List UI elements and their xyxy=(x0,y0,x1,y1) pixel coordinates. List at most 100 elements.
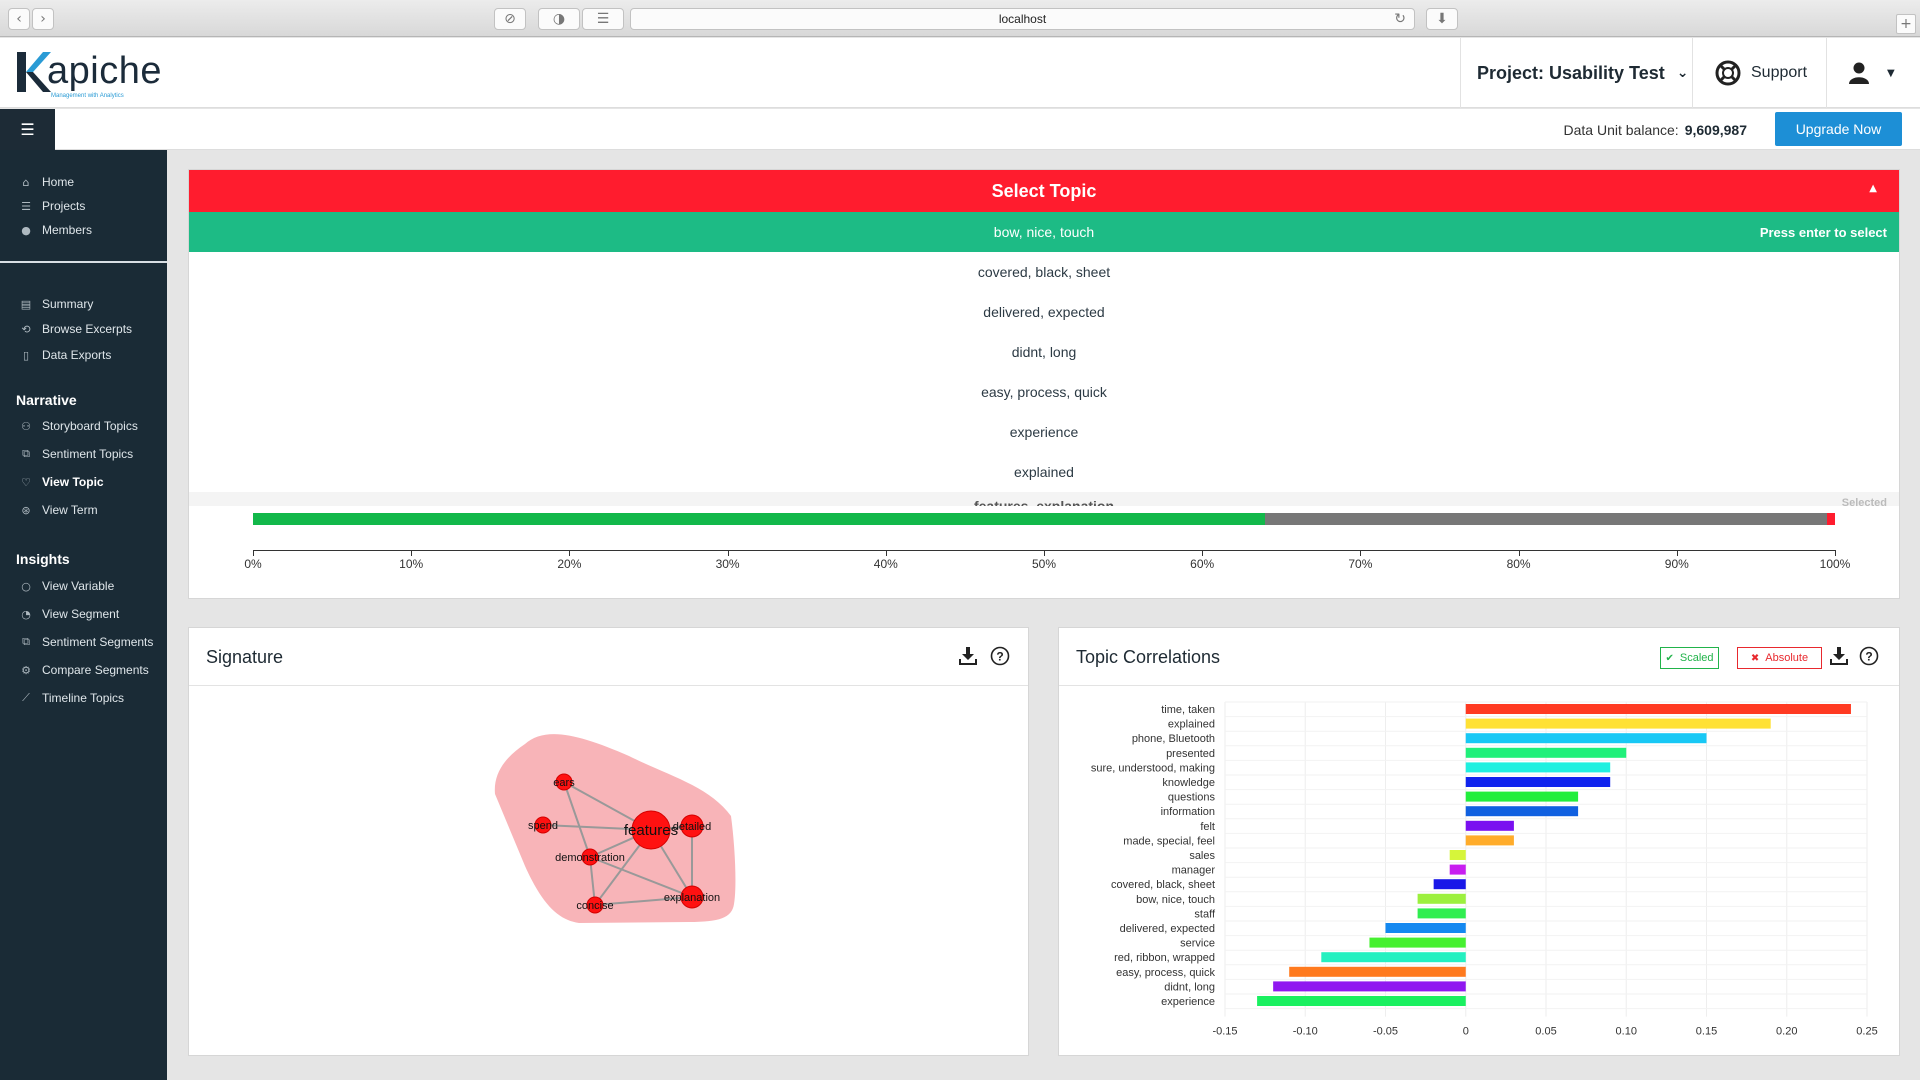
category-label: sales xyxy=(1189,850,1215,862)
sidebar-item-data-exports[interactable]: ▯ Data Exports xyxy=(18,346,111,364)
category-label: questions xyxy=(1168,792,1216,804)
download-icon[interactable]: ⬇ xyxy=(1426,8,1458,30)
project-name: Project: Usability Test xyxy=(1477,62,1665,83)
download-icon[interactable] xyxy=(958,646,978,666)
axis-tick-label: 0% xyxy=(244,557,262,571)
compare-icon: ⚙ xyxy=(21,663,31,677)
topic-option[interactable]: covered, black, sheet xyxy=(189,252,1899,292)
timeline-icon: ⟋ xyxy=(22,691,30,704)
topic-option[interactable]: didnt, long xyxy=(189,332,1899,372)
correlation-bar xyxy=(1465,806,1579,817)
topic-option-selected[interactable]: features, explanation Selected xyxy=(189,492,1899,506)
correlation-bar xyxy=(1465,704,1851,714)
sidebar-item-label: Compare Segments xyxy=(42,663,149,677)
support-button[interactable]: Support xyxy=(1692,38,1826,108)
correlation-bar xyxy=(1273,981,1466,992)
balance-label: Data Unit balance: xyxy=(1563,121,1679,138)
node-label: detailed xyxy=(673,821,712,833)
signature-card: Signature ? ears spend detailed demonstr… xyxy=(188,627,1029,1056)
x-tick-label: -0.05 xyxy=(1373,1026,1398,1038)
category-label: service xyxy=(1180,938,1215,950)
topic-option-label: easy, process, quick xyxy=(981,384,1107,400)
category-label: sure, understood, making xyxy=(1091,762,1215,774)
segment-icon: ◔ xyxy=(21,607,31,621)
sidebar-item-projects[interactable]: ☰ Projects xyxy=(18,197,85,215)
user-icon xyxy=(1849,62,1869,84)
menu-toggle-icon[interactable]: ☰ xyxy=(0,109,55,150)
home-icon: ⌂ xyxy=(22,175,30,189)
new-tab-button[interactable]: + xyxy=(1896,14,1916,34)
block-icon[interactable]: ⊘ xyxy=(494,8,526,30)
category-label: bow, nice, touch xyxy=(1136,894,1215,906)
sidebar-item-storyboard-topics[interactable]: ⚇ Storyboard Topics xyxy=(18,417,138,435)
sentiment-negative-segment xyxy=(1827,513,1836,525)
user-menu[interactable]: ▼ xyxy=(1826,38,1920,108)
sidebar-item-compare-segments[interactable]: ⚙ Compare Segments xyxy=(18,661,149,679)
scaled-toggle[interactable]: ✔ Scaled xyxy=(1660,647,1719,669)
sidebar-item-label: Timeline Topics xyxy=(42,691,125,705)
topic-option[interactable]: explained xyxy=(189,452,1899,492)
category-label: time, taken xyxy=(1161,704,1215,716)
sidebar-item-summary[interactable]: ▤ Summary xyxy=(18,295,94,313)
axis-tick-label: 40% xyxy=(873,557,898,571)
term-icon: ⊛ xyxy=(21,503,31,517)
shield-icon[interactable]: ◑ xyxy=(538,8,580,30)
sidebar-item-sentiment-topics[interactable]: ⧉ Sentiment Topics xyxy=(18,445,133,463)
select-topic-header[interactable]: Select Topic ▲ xyxy=(189,170,1899,212)
topic-option-label: delivered, expected xyxy=(983,304,1105,320)
x-icon: ✖ xyxy=(1750,652,1760,664)
upgrade-now-button[interactable]: Upgrade Now xyxy=(1775,112,1902,146)
correlation-bar xyxy=(1449,864,1466,875)
category-label: didnt, long xyxy=(1164,981,1215,993)
sidebar-item-view-segment[interactable]: ◔ View Segment xyxy=(18,605,119,623)
caret-up-icon[interactable]: ▲ xyxy=(1869,183,1877,194)
category-label: easy, process, quick xyxy=(1116,967,1215,979)
sentiment-neutral-segment xyxy=(1265,513,1828,525)
balance-value: 9,609,987 xyxy=(1684,121,1747,138)
topic-option[interactable]: experience xyxy=(189,412,1899,452)
absolute-toggle[interactable]: ✖ Absolute xyxy=(1737,647,1822,669)
axis-tick xyxy=(1835,550,1836,556)
forward-button[interactable]: › xyxy=(32,8,54,30)
topic-option[interactable]: bow, nice, touch Press enter to select xyxy=(189,212,1899,252)
sidebar-item-label: Sentiment Segments xyxy=(42,635,154,649)
sidebar-item-label: View Variable xyxy=(42,579,115,593)
topic-option[interactable]: easy, process, quick xyxy=(189,372,1899,412)
category-label: delivered, expected xyxy=(1120,923,1215,935)
narrative-heading: Narrative xyxy=(16,392,77,408)
sidebar-item-home[interactable]: ⌂ Home xyxy=(18,173,75,191)
sidebar-item-browse-excerpts[interactable]: ⟲ Browse Excerpts xyxy=(18,320,132,338)
topic-option[interactable]: delivered, expected xyxy=(189,292,1899,332)
x-tick-label: 0.15 xyxy=(1696,1026,1717,1038)
reload-icon[interactable]: ↻ xyxy=(1394,11,1406,27)
axis-tick-label: 70% xyxy=(1348,557,1373,571)
correlation-bar xyxy=(1465,747,1627,758)
address-bar[interactable]: localhost ↻ xyxy=(630,8,1415,30)
topic-option-label: didnt, long xyxy=(1011,344,1077,360)
sidebar-item-view-variable[interactable]: ○ View Variable xyxy=(18,577,114,595)
x-tick-label: 0.25 xyxy=(1856,1026,1877,1038)
category-label: staff xyxy=(1194,908,1216,920)
project-selector[interactable]: Project: Usability Test ⌄ xyxy=(1460,38,1692,108)
axis-tick xyxy=(1360,550,1362,556)
category-label: phone, Bluetooth xyxy=(1132,733,1215,745)
sidebar-item-view-topic[interactable]: ♡ View Topic xyxy=(18,473,104,491)
correlation-chart: time, taken explained phone, Bluetooth pres… xyxy=(1091,701,1878,1038)
sidebar-item-sentiment-segments[interactable]: ⧉ Sentiment Segments xyxy=(18,633,153,651)
axis-tick-label: 30% xyxy=(715,557,740,571)
x-tick-label: -0.15 xyxy=(1212,1026,1237,1038)
help-icon[interactable]: ? xyxy=(990,646,1010,666)
download-icon[interactable] xyxy=(1829,646,1849,666)
projects-icon: ☰ xyxy=(21,199,31,213)
support-label: Support xyxy=(1751,64,1808,81)
sidebar-item-label: Browse Excerpts xyxy=(42,322,133,336)
extension-icon[interactable]: ☰ xyxy=(582,8,624,30)
back-button[interactable]: ‹ xyxy=(8,8,30,30)
help-icon[interactable]: ? xyxy=(1859,646,1879,666)
correlation-bar xyxy=(1465,733,1707,744)
sidebar-item-timeline-topics[interactable]: ⟋ Timeline Topics xyxy=(18,689,124,707)
kapiche-logo[interactable]: apiche Management with Analytics xyxy=(17,50,167,99)
axis-tick-label: 80% xyxy=(1506,557,1531,571)
sidebar-item-view-term[interactable]: ⊛ View Term xyxy=(18,501,97,519)
sidebar-item-members[interactable]: ● Members xyxy=(18,221,92,239)
